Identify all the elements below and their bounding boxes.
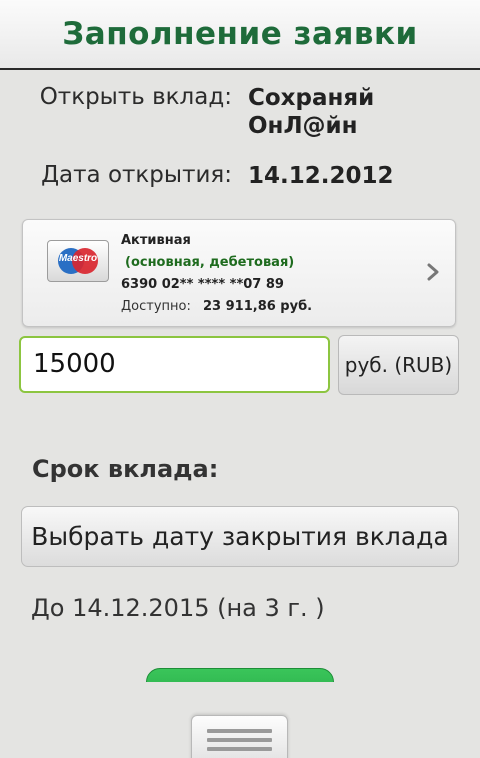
open-deposit-row: Открыть вклад: bbox=[0, 84, 232, 114]
open-date-row: Дата открытия: bbox=[0, 162, 232, 192]
available-label: Доступно: bbox=[121, 299, 191, 314]
term-until-text: До 14.12.2015 (на 3 г. ) bbox=[31, 594, 325, 622]
deposit-name-line2: ОнЛ@йн bbox=[248, 113, 358, 139]
menu-handle-bar-icon bbox=[207, 747, 272, 751]
deposit-name-line1: Сохраняй bbox=[248, 85, 375, 111]
card-number: 6390 02** **** **07 89 bbox=[121, 277, 284, 292]
currency-button[interactable]: руб. (RUB) bbox=[338, 335, 459, 395]
page-title: Заполнение заявки bbox=[62, 16, 418, 52]
card-selector[interactable]: Maestro Активная (основная, дебетовая) 6… bbox=[22, 219, 456, 327]
chevron-right-icon bbox=[427, 263, 439, 281]
amount-input[interactable]: 15000 bbox=[19, 336, 330, 393]
choose-close-date-button[interactable]: Выбрать дату закрытия вклада bbox=[21, 506, 459, 567]
open-date-label: Дата открытия: bbox=[41, 162, 232, 188]
card-type: (основная, дебетовая) bbox=[125, 255, 295, 270]
card-status: Активная bbox=[121, 233, 191, 248]
deposit-name: Сохраняй ОнЛ@йн bbox=[248, 84, 374, 140]
menu-handle[interactable] bbox=[191, 715, 288, 758]
maestro-brand-text: Maestro bbox=[58, 253, 98, 264]
open-date-value: 14.12.2012 bbox=[248, 163, 394, 189]
term-title: Срок вклада: bbox=[32, 455, 219, 483]
available-value: 23 911,86 руб. bbox=[203, 299, 313, 314]
menu-handle-bar-icon bbox=[207, 729, 272, 733]
application-form-screen: Заполнение заявки Открыть вклад: Сохраня… bbox=[0, 0, 480, 758]
open-deposit-label: Открыть вклад: bbox=[39, 84, 232, 110]
menu-handle-bar-icon bbox=[207, 738, 272, 742]
maestro-card-icon: Maestro bbox=[47, 240, 109, 282]
title-bar: Заполнение заявки bbox=[0, 0, 480, 70]
